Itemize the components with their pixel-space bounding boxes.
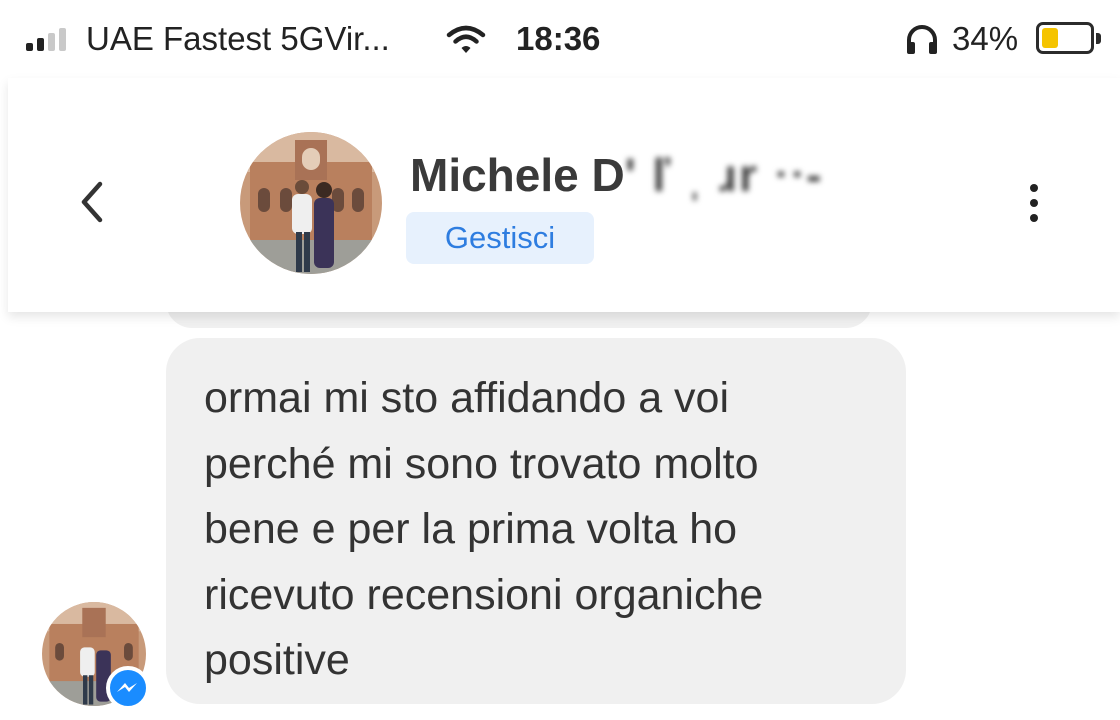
message-line: bene e per la prima volta ho: [204, 505, 738, 553]
back-chevron-icon[interactable]: [68, 172, 118, 232]
avatar-photo-icon: [240, 132, 382, 274]
message-line: perché mi sono trovato molto: [204, 439, 759, 488]
carrier-name: UAE Fastest 5GVir...: [86, 20, 390, 57]
contact-name-obscured: ' ľ ˌ ɹr ᐧᐧ-: [624, 149, 824, 201]
battery-percent: 34%: [952, 20, 1019, 57]
message-line: ormai mi sto affidando a voi: [204, 374, 730, 422]
messenger-badge-icon: [106, 666, 150, 710]
clock: 18:36: [516, 20, 601, 57]
signal-icon: [26, 27, 72, 51]
manage-button[interactable]: Gestisci: [406, 212, 594, 264]
contact-name-text: Michele D: [410, 149, 625, 201]
headphones-icon: [907, 25, 937, 54]
contact-avatar[interactable]: [240, 132, 382, 274]
battery-cap: [1096, 33, 1101, 44]
status-bar: UAE Fastest 5GVir... 18:36 34%: [0, 0, 1120, 78]
chat-area: ormai mi sto affidando a voi perché mi s…: [0, 292, 1120, 720]
message-bubble[interactable]: ormai mi sto affidando a voi perché mi s…: [166, 338, 906, 704]
wifi-icon: [446, 25, 486, 53]
message-text: ormai mi sto affidando a voi perché mi s…: [204, 366, 884, 694]
chat-header: Michele D' ľ ˌ ɹr ᐧᐧ- Gestisci: [8, 78, 1120, 312]
message-line: positive: [204, 636, 350, 684]
battery-icon: [1036, 22, 1094, 54]
contact-name: Michele D' ľ ˌ ɹr ᐧᐧ-: [410, 148, 823, 202]
message-line: ricevuto recensioni organiche: [204, 570, 764, 619]
battery-level: [1042, 28, 1058, 48]
more-vertical-icon[interactable]: [1016, 178, 1052, 228]
